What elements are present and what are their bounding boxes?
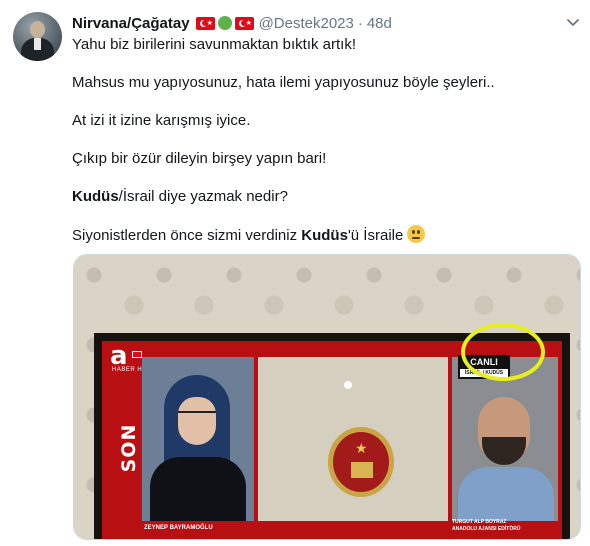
side-banner: SON DURUM xyxy=(118,405,162,490)
paragraph-text: /İsrail diye yazmak nedir? xyxy=(118,188,288,205)
turkey-flag-icon: ★ xyxy=(195,16,215,30)
guest-right-title: ANADOLU AJANSI EDİTÖRÜ xyxy=(452,526,521,532)
tweet-header: Nirvana/Çağatay ★ ★ @Destek2023 · 48d xyxy=(72,14,392,32)
avatar-head xyxy=(30,21,45,38)
guest-left-name: ZEYNEP BAYRAMOĞLU xyxy=(144,525,213,531)
author-handle[interactable]: @Destek2023 xyxy=(259,15,354,32)
guest-right-panel xyxy=(452,357,558,521)
face-shape xyxy=(178,397,216,445)
chevron-down-icon[interactable] xyxy=(565,14,581,30)
shirt-shape xyxy=(458,467,554,521)
avatar-shirt xyxy=(34,38,41,50)
highlight-circle xyxy=(461,323,545,381)
turkey-flag-icon: ★ xyxy=(234,16,254,30)
logo-flag-icon xyxy=(132,351,142,358)
paragraph-text: 'ü İsraile xyxy=(347,227,404,244)
tweet-paragraph: Yahu biz birilerini savunmaktan bıktık a… xyxy=(72,36,357,53)
tweet-paragraph: Mahsus mu yapıyosunuz, hata ilemi yapıyo… xyxy=(72,74,495,91)
tweet[interactable]: Nirvana/Çağatay ★ ★ @Destek2023 · 48d Ya… xyxy=(0,0,590,546)
author-name[interactable]: Nirvana/Çağatay xyxy=(72,15,190,32)
separator: · xyxy=(357,14,363,32)
guest-right-name: TURGUT ALP BOYRAZ xyxy=(452,519,507,525)
emblem-icon: ★ xyxy=(328,427,394,497)
green-circle-icon xyxy=(217,16,232,30)
name-flags: ★ ★ xyxy=(195,16,254,30)
center-panel: ★ xyxy=(258,357,448,521)
rolling-eyes-emoji-icon xyxy=(407,225,426,243)
tweet-paragraph: Çıkıp bir özür dileyin birşey yapın bari… xyxy=(72,150,327,167)
beard-shape xyxy=(482,437,526,465)
tweet-paragraph: Siyonistlerden önce sizmi verdiniz Kudüs… xyxy=(72,225,577,246)
paragraph-text: Siyonistlerden önce sizmi verdiniz xyxy=(72,227,302,244)
avatar[interactable] xyxy=(13,12,62,61)
tweet-text: Yahu biz birilerini savunmaktan bıktık a… xyxy=(72,35,577,264)
bold-word: Kudüs xyxy=(72,188,119,205)
tweet-paragraph: At izi it izine karışmış iyice. xyxy=(72,112,251,129)
bold-word: Kudüs xyxy=(301,227,348,244)
glasses-shape xyxy=(178,411,216,419)
guest-left-panel xyxy=(142,357,254,521)
light-shape xyxy=(344,381,352,389)
tweet-image[interactable]: a HABER HD SON DURUM ★ xyxy=(73,254,581,540)
guest-right-caption: TURGUT ALP BOYRAZ ANADOLU AJANSI EDİTÖRÜ xyxy=(452,519,558,533)
body-shape xyxy=(150,457,246,521)
tweet-time[interactable]: 48d xyxy=(367,15,392,32)
tweet-paragraph: Kudüs/İsrail diye yazmak nedir? xyxy=(72,187,577,207)
